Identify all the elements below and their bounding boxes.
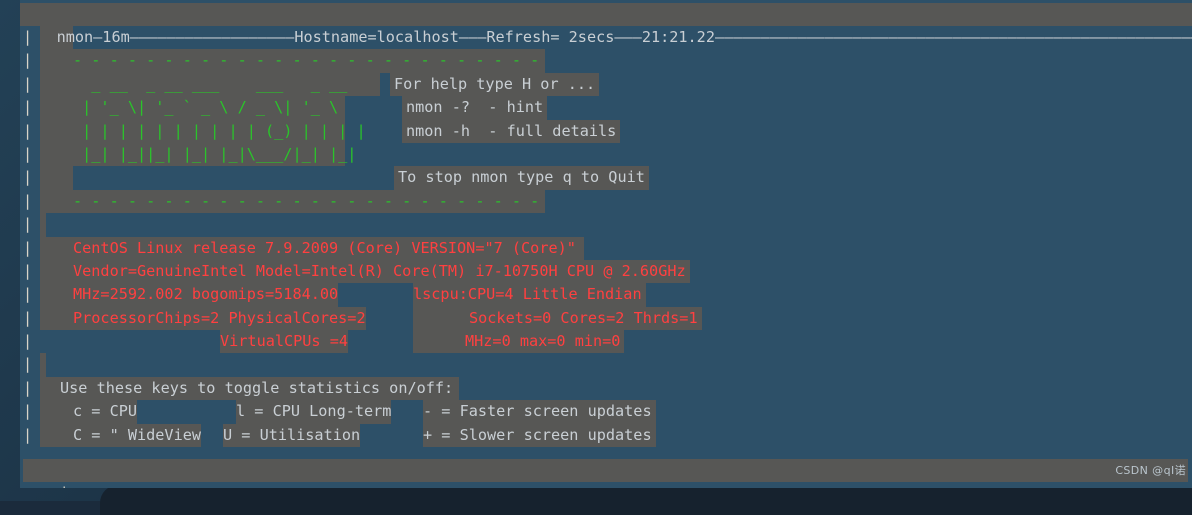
gutter-pad	[40, 119, 73, 143]
row-logo-divider-top: | - - - - - - - - - - - - - - - - - - - …	[20, 49, 1192, 73]
left-border-bar: |	[23, 98, 33, 117]
logo-art-line-3: | | | | | | | | | | (_) | | | |	[73, 119, 366, 143]
gutter-pad	[40, 96, 73, 120]
key-cpu-long-term[interactable]: l = CPU Long-term	[236, 400, 392, 424]
processor-chips-text: ProcessorChips=2 PhysicalCores=2	[73, 306, 366, 331]
keys-section-title: Use these keys to toggle statistics on/o…	[60, 376, 460, 401]
logo-art-line-2: | '_ \| '_ ` _ \ / _ \| '_ \	[73, 96, 345, 120]
bottom-border-line: ————————————————————————————————————————…	[69, 484, 819, 488]
logo-art-line-1: _ __ _ __ ___ ___ _ __	[73, 72, 380, 97]
left-border-bar: |	[23, 402, 33, 421]
header-dash-2: ———	[458, 28, 487, 47]
left-border-bar: |	[23, 285, 33, 304]
left-border-bar: |	[23, 355, 33, 374]
header-time: 21:21.22	[641, 28, 715, 47]
gutter-pad	[40, 72, 73, 97]
gutter-pad	[40, 400, 73, 424]
gutter-pad	[40, 376, 60, 401]
nmon-bottom-border: |———————————————————————————————————————…	[23, 459, 1188, 488]
left-border-bar: |	[23, 28, 33, 46]
key-faster-updates[interactable]: - = Faster screen updates	[423, 400, 656, 424]
gutter-pad	[40, 49, 73, 73]
left-border-bar: |	[23, 261, 33, 280]
key-cpu[interactable]: c = CPU	[73, 400, 138, 424]
gutter-pad	[40, 283, 73, 307]
gutter-pad	[40, 423, 73, 448]
key-slower-updates[interactable]: + = Slower screen updates	[423, 423, 656, 448]
lscpu-text: lscpu:CPU=4 Little Endian	[413, 283, 646, 307]
gutter-pad	[40, 189, 73, 214]
desktop-dock	[100, 485, 1192, 515]
left-border-bar: |	[23, 378, 33, 397]
row-mhz-lscpu: | MHz=2592.002 bogomips=5184.00 lscpu:CP…	[20, 283, 1192, 307]
left-border-bar: |	[23, 308, 33, 327]
gutter-pad	[40, 306, 73, 331]
left-border-bar: |	[23, 332, 33, 351]
left-border-bar: |	[23, 144, 33, 163]
header-dash-3: ———	[614, 28, 642, 47]
key-utilisation[interactable]: U = Utilisation	[223, 423, 361, 448]
row-keys-2: | C = " WideView U = Utilisation + = Slo…	[20, 423, 1192, 448]
gutter-pad	[40, 213, 46, 237]
virtual-cpus-text: VirtualCPUs =4	[220, 330, 349, 354]
gutter-pad	[40, 353, 46, 377]
row-logo-art-4: | |_| |_||_| |_| |_|\___/|_| |_|	[20, 142, 1192, 167]
left-border-bar: |	[23, 215, 33, 234]
key-wideview[interactable]: C = " WideView	[73, 423, 202, 448]
left-border-bar: |	[23, 191, 33, 210]
header-refresh: Refresh= 2secs	[486, 28, 615, 47]
header-dash-4: ————————————————————————————————————————…	[714, 28, 1192, 47]
nmon-header-bar: nmon—16m——————————————————Hostname=local…	[20, 3, 1192, 47]
header-app-name: nmon—16m	[56, 28, 130, 47]
row-blank-2: |	[20, 353, 1192, 377]
gutter-pad	[40, 166, 73, 190]
mhz-max-min-text: MHz=0 max=0 min=0	[413, 330, 625, 354]
help-line-2: nmon -? - hint	[402, 96, 548, 120]
mhz-bogomips-text: MHz=2592.002 bogomips=5184.00	[73, 283, 339, 307]
row-os-release: | CentOS Linux release 7.9.2009 (Core) V…	[20, 236, 1192, 260]
gutter-pad	[40, 142, 73, 167]
row-chips-sockets: | ProcessorChips=2 PhysicalCores=2 Socke…	[20, 306, 1192, 331]
cpu-model-text: Vendor=GenuineIntel Model=Intel(R) Core(…	[73, 259, 690, 284]
left-border-bar: |	[23, 121, 33, 140]
row-blank-1: |	[20, 213, 1192, 237]
gutter-pad	[40, 236, 73, 260]
left-border-bar: |	[23, 51, 33, 70]
row-logo-divider-bottom: | - - - - - - - - - - - - - - - - - - - …	[20, 189, 1192, 214]
sockets-cores-threads-text: Sockets=0 Cores=2 Thrds=1	[413, 306, 702, 331]
left-border-bar: |	[23, 168, 33, 187]
row-logo-art-2: | | '_ \| '_ ` _ \ / _ \| '_ \ nmon -? -…	[20, 96, 1192, 120]
csdn-watermark: CSDN @qI诺	[1115, 463, 1186, 477]
left-border-bar: |	[23, 238, 33, 257]
logo-art-line-4: |_| |_||_| |_| |_|\___/|_| |_|	[73, 142, 356, 167]
row-keys-title: | Use these keys to toggle statistics on…	[20, 376, 1192, 401]
left-border-bar: |	[23, 74, 33, 93]
logo-divider-top: - - - - - - - - - - - - - - - - - - - - …	[73, 49, 546, 73]
help-line-1: For help type H or ...	[390, 72, 600, 97]
gutter-pad	[40, 259, 73, 284]
row-keys-1: | c = CPU l = CPU Long-term - = Faster s…	[20, 400, 1192, 424]
left-border-bar: |	[60, 484, 69, 488]
row-cpu-model: | Vendor=GenuineIntel Model=Intel(R) Cor…	[20, 259, 1192, 284]
os-release-text: CentOS Linux release 7.9.2009 (Core) VER…	[73, 236, 584, 260]
nmon-terminal-window[interactable]: nmon—16m——————————————————Hostname=local…	[20, 0, 1192, 488]
row-logo-art-3: | | | | | | | | | | | (_) | | | | nmon -…	[20, 119, 1192, 143]
row-stop-hint: | To stop nmon type q to Quit	[20, 166, 1192, 190]
logo-divider-bottom: - - - - - - - - - - - - - - - - - - - - …	[73, 189, 546, 214]
help-line-3: nmon -h - full details	[402, 119, 621, 143]
help-line-4: To stop nmon type q to Quit	[394, 166, 649, 190]
row-vcpus-mhz: | VirtualCPUs =4 MHz=0 max=0 min=0	[20, 330, 1192, 354]
row-logo-art-1: | _ __ _ __ ___ ___ _ __ For help type H…	[20, 72, 1192, 97]
nmon-body: | | - - - - - - - - - - - - - - - - - - …	[20, 26, 1192, 448]
header-hostname: Hostname=localhost	[294, 28, 459, 47]
left-border-bar: |	[23, 425, 33, 444]
header-dash-1: ——————————————————	[129, 28, 295, 47]
